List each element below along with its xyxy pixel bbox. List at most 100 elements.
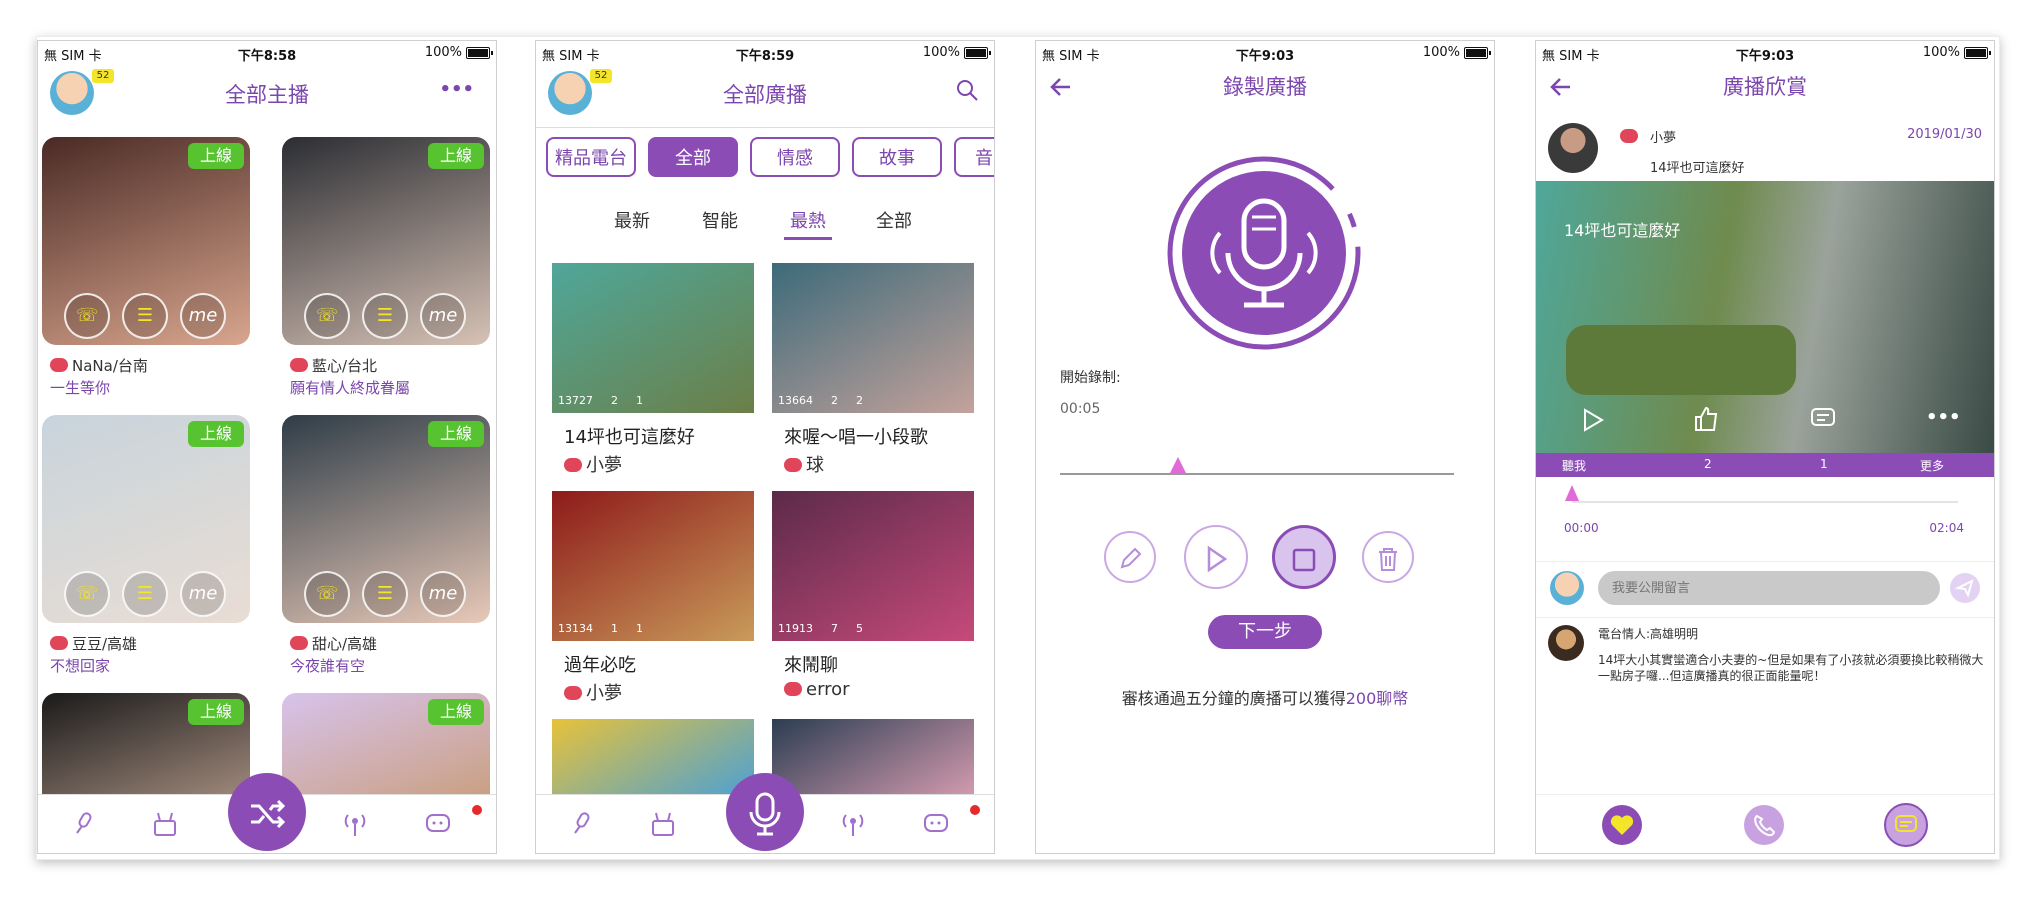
play-icon[interactable] [1184,525,1248,589]
broadcast-tile[interactable] [772,719,974,799]
category-chip[interactable]: 音 [954,137,994,177]
host-card[interactable]: 上線 ☏ ☰ me [42,137,250,345]
playback-track[interactable] [1565,485,1958,503]
host-card[interactable]: 上線 ☏ ☰ me [42,415,250,623]
phone-icon[interactable]: ☏ [64,571,110,617]
microphone-tab-icon[interactable] [566,809,596,839]
search-icon[interactable] [954,77,980,107]
broadcast-tile[interactable]: 11913 7 5 [772,491,974,641]
host-tagline: 願有情人終成眷屬 [290,379,411,397]
broadcast-tile[interactable]: 13727 2 1 [552,263,754,413]
radio-station-tab-icon[interactable] [648,809,678,839]
online-badge: 上線 [188,143,244,169]
my-avatar [1550,571,1584,605]
comment-icon[interactable] [1810,407,1836,435]
action-label[interactable]: 聽我 [1562,457,1586,474]
like-icon[interactable] [1692,405,1720,437]
more-icon[interactable]: ••• [439,79,474,100]
playback-thumb[interactable] [1565,485,1579,501]
detail-action-bar [1536,794,1994,853]
action-label[interactable]: 1 [1820,457,1828,471]
tile-owner-row: error [784,679,850,700]
trash-icon[interactable] [1362,531,1414,583]
chat-button[interactable] [1884,803,1928,847]
category-chip[interactable]: 全部 [648,137,738,177]
sort-tab[interactable]: 最熱 [790,207,826,233]
me-icon[interactable]: me [180,293,226,339]
next-step-button[interactable]: 下一步 [1208,615,1322,649]
broadcast-tab-icon[interactable] [340,809,370,839]
microphone-tab-icon[interactable] [68,809,98,839]
commenter-avatar[interactable] [1548,625,1584,661]
like-heart-button[interactable] [1602,805,1642,845]
listen-count: 11913 [778,622,813,635]
phone-icon[interactable]: ☏ [304,293,350,339]
host-card[interactable]: 上線 ☏ ☰ me [282,415,490,623]
chat-icon[interactable]: ☰ [362,571,408,617]
author-avatar[interactable] [1548,123,1598,173]
messages-tab-icon[interactable] [922,809,952,839]
broadcast-tile[interactable]: 13134 1 1 [552,491,754,641]
action-label[interactable]: 2 [1704,457,1712,471]
time-start: 00:00 [1564,521,1599,535]
me-icon[interactable]: me [180,571,226,617]
online-badge: 上線 [428,699,484,725]
heart-icon [1620,129,1638,143]
broadcast-tile[interactable] [552,719,754,799]
chat-icon[interactable]: ☰ [122,293,168,339]
divider [1536,617,1994,618]
shuffle-button[interactable] [228,773,306,851]
category-chip[interactable]: 故事 [852,137,942,177]
host-card[interactable]: 上線 ☏ ☰ me [282,137,490,345]
screen-broadcast-detail: 無 SIM 卡 下午9:03 100% 廣播欣賞 小夢 14坪也可這麼好 201… [1535,40,1995,854]
radio-station-tab-icon[interactable] [150,809,180,839]
comment-text-line1: 14坪大小其實蠻適合小夫妻的~但是如果有了小孩就必須要換比較稍微大 [1598,653,1984,667]
record-progress-thumb[interactable] [1170,457,1187,473]
comment-author: 電台情人:高雄明明 [1598,627,1699,641]
chat-icon[interactable]: ☰ [122,571,168,617]
sort-tab[interactable]: 智能 [702,207,738,233]
tile-owner: error [806,679,850,700]
page-title: 全部主播 [225,83,309,107]
comment-input[interactable] [1598,571,1940,605]
record-progress-track[interactable] [1060,457,1454,475]
send-icon[interactable] [1950,573,1980,603]
stop-icon[interactable] [1272,525,1336,589]
play-icon[interactable] [1580,407,1606,437]
phone-icon[interactable]: ☏ [64,293,110,339]
category-chip[interactable]: 精品電台 [546,137,636,177]
heart-icon [784,682,802,696]
sort-tab[interactable]: 全部 [876,207,912,233]
online-badge: 上線 [188,421,244,447]
host-name-row: 藍心/台北 [290,355,377,376]
comment-count: 1 [636,394,643,407]
host-tagline: 不想回家 [50,657,111,675]
page-title: 錄製廣播 [1223,75,1307,99]
battery-icon [1464,47,1491,59]
broadcast-tile[interactable]: 13664 2 2 [772,263,974,413]
battery-text: 100% [1922,45,1960,60]
me-icon[interactable]: me [420,571,466,617]
broadcast-tab-icon[interactable] [838,809,868,839]
phone-icon[interactable]: ☏ [304,571,350,617]
sofa-shape [1566,325,1796,395]
more-icon[interactable]: ••• [1926,407,1961,428]
call-button[interactable] [1744,805,1784,845]
record-button[interactable] [726,773,804,851]
sort-tab[interactable]: 最新 [614,207,650,233]
category-chip[interactable]: 情感 [750,137,840,177]
battery-text: 100% [424,45,462,60]
battery-text: 100% [922,45,960,60]
edit-icon[interactable] [1104,531,1156,583]
microphone-icon[interactable] [1166,155,1362,355]
tile-stats: 13134 1 1 [558,622,643,635]
tile-owner-row: 小夢 [564,679,622,705]
record-start-label: 開始錄制: [1060,370,1121,386]
comment-count: 1 [636,622,643,635]
me-icon[interactable]: me [420,293,466,339]
cover-overlay-title: 14坪也可這麼好 [1564,221,1681,240]
messages-tab-icon[interactable] [424,809,454,839]
action-label[interactable]: 更多 [1920,457,1944,474]
chat-icon[interactable]: ☰ [362,293,408,339]
battery-text: 100% [1422,45,1460,60]
